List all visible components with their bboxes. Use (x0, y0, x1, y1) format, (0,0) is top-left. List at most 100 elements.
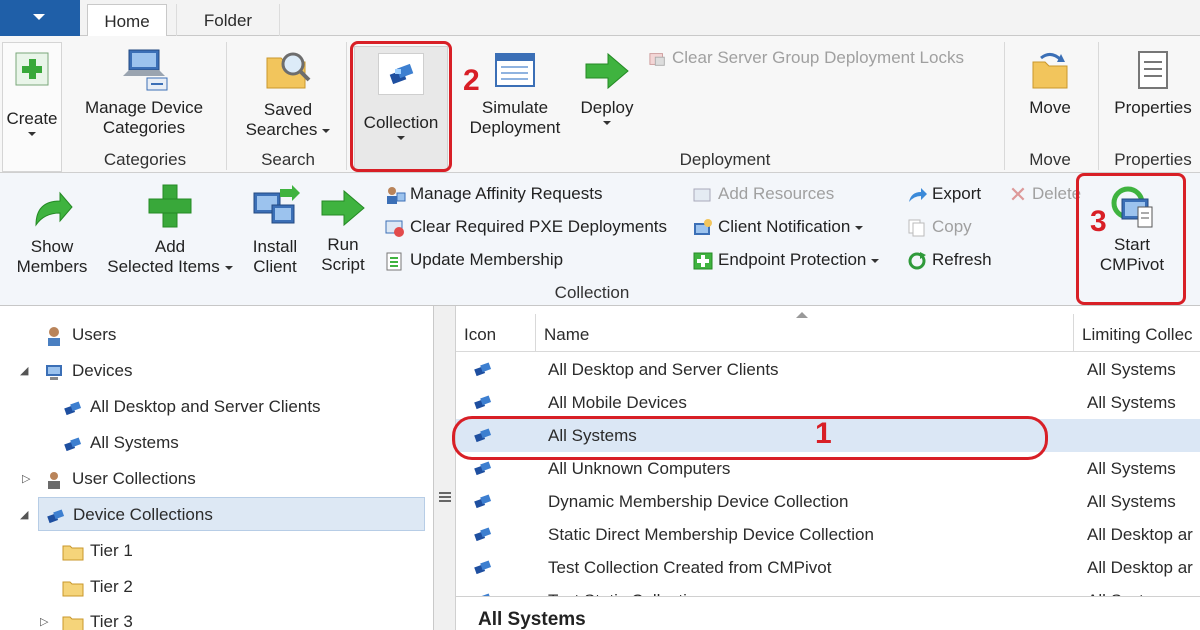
list-row[interactable]: Static Direct Membership Device Collecti… (456, 518, 1200, 551)
nav-device-collections[interactable]: Device Collections (38, 497, 425, 531)
column-limiting-collection[interactable]: Limiting Collec (1074, 314, 1200, 352)
chevron-down-icon (322, 128, 331, 133)
folder-search-icon (266, 52, 311, 89)
navigation-tree: Users ◢ Devices All Desktop and Server C… (0, 306, 434, 630)
nav-all-systems[interactable]: All Systems (62, 426, 179, 460)
collection-icon (474, 527, 492, 542)
nav-tier-3-label: Tier 3 (90, 612, 133, 630)
saved-searches-button[interactable]: Saved Searches (236, 46, 340, 140)
list-row[interactable]: Test Static Collection All Syst (456, 584, 1200, 596)
saved-searches-label-2: Searches (245, 120, 318, 139)
export-button[interactable]: Export (906, 182, 981, 206)
expand-arrow-icon[interactable]: ▷ (22, 472, 30, 485)
collection-icon (474, 395, 492, 410)
copy-button[interactable]: Copy (906, 215, 972, 239)
collection-icon (64, 436, 82, 451)
properties-button[interactable]: Properties (1106, 48, 1200, 118)
manage-affinity-label: Manage Affinity Requests (410, 184, 603, 203)
move-button[interactable]: Move (1018, 48, 1082, 118)
list-row[interactable]: All Desktop and Server Clients All Syste… (456, 353, 1200, 386)
manage-device-categories-button[interactable]: Manage Device Categories (76, 44, 212, 138)
nav-devices-label: Devices (72, 361, 133, 380)
list-row[interactable]: Test Collection Created from CMPivot All… (456, 551, 1200, 584)
deploy-label: Deploy (580, 98, 634, 117)
folder-move-icon (1032, 53, 1068, 89)
create-button[interactable]: Create (2, 42, 62, 172)
column-icon[interactable]: Icon (456, 314, 536, 352)
row-name: All Mobile Devices (548, 393, 687, 412)
list-header: Icon Name Limiting Collec (456, 312, 1200, 352)
collapse-arrow-icon[interactable]: ◢ (20, 508, 28, 521)
nav-tier-3[interactable]: Tier 3 (62, 605, 133, 630)
properties-group-label: Properties (1114, 150, 1192, 169)
column-name[interactable]: Name (536, 314, 1074, 352)
deployment-group-label: Deployment (679, 150, 771, 169)
nav-devices[interactable]: Devices (44, 354, 132, 388)
folder-icon (62, 545, 84, 561)
export-label: Export (932, 184, 982, 203)
user-icon (48, 326, 60, 346)
deploy-button[interactable]: Deploy (574, 48, 640, 125)
update-membership-button[interactable]: Update Membership (384, 248, 563, 272)
add-selected-items-label-2: Selected Items (107, 257, 220, 276)
row-limiting-collection: All Systems (1087, 360, 1176, 379)
update-membership-label: Update Membership (410, 250, 564, 269)
devices-icon (46, 364, 62, 380)
saved-searches-label-1: Saved (263, 100, 313, 119)
nav-user-collections[interactable]: User Collections (44, 462, 196, 496)
chevron-down-icon (603, 121, 611, 125)
lock-clear-icon (649, 52, 665, 66)
collapse-arrow-icon[interactable]: ◢ (20, 364, 28, 377)
clear-server-group-deployment-locks-button[interactable]: Clear Server Group Deployment Locks (648, 46, 964, 70)
row-name: Static Direct Membership Device Collecti… (548, 525, 874, 544)
show-members-button[interactable]: Show Members (6, 185, 98, 277)
list-row[interactable]: Dynamic Membership Device Collection All… (456, 485, 1200, 518)
application-menu-button[interactable] (0, 0, 80, 36)
delete-button[interactable]: ✕ Delete (1008, 182, 1081, 206)
green-plus-icon (15, 52, 49, 86)
copy-label: Copy (932, 217, 972, 236)
move-group-label: Move (1029, 150, 1071, 169)
add-resources-label: Add Resources (718, 184, 835, 203)
row-name: Dynamic Membership Device Collection (548, 492, 849, 511)
endpoint-protection-button[interactable]: Endpoint Protection (692, 248, 880, 272)
pane-splitter[interactable] (434, 306, 456, 630)
nav-tier-1[interactable]: Tier 1 (62, 534, 133, 568)
move-label: Move (1029, 98, 1071, 117)
simulate-window-icon (495, 53, 535, 87)
tab-home[interactable]: Home (87, 4, 167, 38)
green-curved-arrow-icon (35, 191, 73, 227)
user-collection-icon (48, 471, 60, 489)
row-name: Test Collection Created from CMPivot (548, 558, 832, 577)
add-selected-items-button[interactable]: Add Selected Items (100, 181, 240, 277)
list-row[interactable]: All Mobile Devices All Systems (456, 386, 1200, 419)
client-notification-button[interactable]: Client Notification (692, 215, 864, 239)
run-script-button[interactable]: Run Script (312, 185, 374, 275)
manage-device-categories-label-2: Categories (102, 118, 186, 137)
row-name: Test Static Collection (548, 584, 706, 596)
add-resources-button[interactable]: Add Resources (692, 182, 834, 206)
collection-icon (474, 560, 492, 575)
nav-all-desktop-and-server-clients[interactable]: All Desktop and Server Clients (62, 390, 321, 424)
clear-required-pxe-deployments-button[interactable]: Clear Required PXE Deployments (384, 215, 667, 239)
properties-label: Properties (1114, 98, 1192, 117)
install-client-button[interactable]: Install Client (244, 183, 306, 277)
nav-device-collections-label: Device Collections (73, 505, 213, 524)
manage-affinity-requests-button[interactable]: Manage Affinity Requests (384, 182, 602, 206)
collection-icon (474, 494, 492, 509)
refresh-button[interactable]: Refresh (906, 248, 992, 272)
nav-tier-2[interactable]: Tier 2 (62, 570, 133, 604)
install-client-icon (253, 185, 300, 224)
collection-group-label: Collection (554, 283, 630, 302)
delete-label: Delete (1032, 184, 1082, 203)
nav-users[interactable]: Users (44, 318, 116, 352)
green-plus-icon (148, 184, 192, 228)
row-limiting-collection: All Syst (1087, 584, 1144, 596)
ribbon-tab-strip: Home Folder (0, 0, 1200, 38)
group-divider (1004, 42, 1005, 170)
annotation-box-all-systems (452, 416, 1048, 460)
update-membership-icon (386, 252, 402, 271)
expand-arrow-icon[interactable]: ▷ (40, 615, 48, 628)
tab-folder[interactable]: Folder (176, 4, 280, 37)
ribbon-collection: Show Members Add Selected Items Install … (0, 173, 1200, 306)
